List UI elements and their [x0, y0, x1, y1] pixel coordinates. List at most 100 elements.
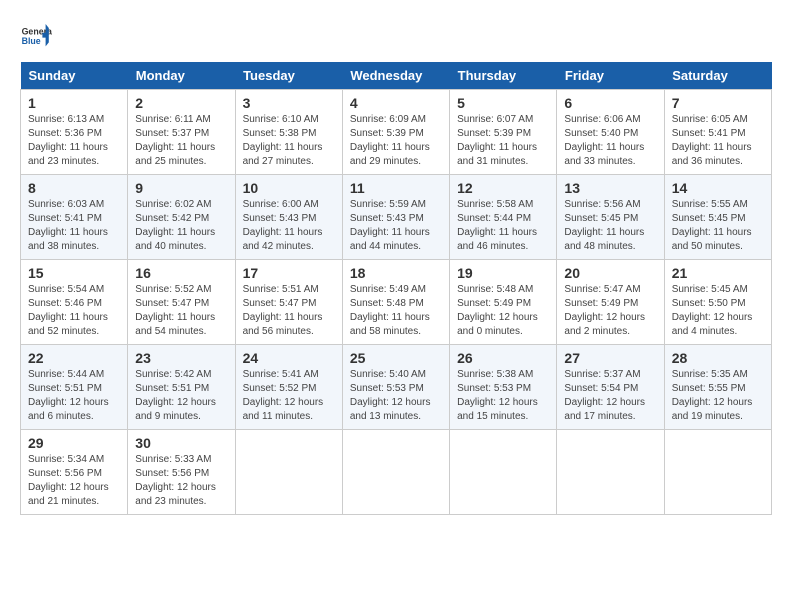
- day-info: Sunrise: 5:54 AMSunset: 5:46 PMDaylight:…: [28, 283, 120, 339]
- day-info: Sunrise: 6:06 AMSunset: 5:40 PMDaylight:…: [564, 113, 656, 169]
- weekday-header-saturday: Saturday: [664, 62, 771, 90]
- day-info: Sunrise: 5:38 AMSunset: 5:53 PMDaylight:…: [457, 368, 549, 424]
- day-cell-11: 11 Sunrise: 5:59 AMSunset: 5:43 PMDayligh…: [342, 175, 449, 260]
- day-info: Sunrise: 5:33 AMSunset: 5:56 PMDaylight:…: [135, 453, 227, 509]
- day-number: 10: [243, 180, 335, 196]
- day-cell-16: 16 Sunrise: 5:52 AMSunset: 5:47 PMDayligh…: [128, 260, 235, 345]
- day-cell-10: 10 Sunrise: 6:00 AMSunset: 5:43 PMDayligh…: [235, 175, 342, 260]
- day-cell-1: 1 Sunrise: 6:13 AMSunset: 5:36 PMDaylight…: [21, 90, 128, 175]
- day-number: 15: [28, 265, 120, 281]
- day-cell-14: 14 Sunrise: 5:55 AMSunset: 5:45 PMDayligh…: [664, 175, 771, 260]
- day-number: 17: [243, 265, 335, 281]
- day-info: Sunrise: 5:52 AMSunset: 5:47 PMDaylight:…: [135, 283, 227, 339]
- calendar-table: SundayMondayTuesdayWednesdayThursdayFrid…: [20, 62, 772, 515]
- day-cell-13: 13 Sunrise: 5:56 AMSunset: 5:45 PMDayligh…: [557, 175, 664, 260]
- day-cell-26: 26 Sunrise: 5:38 AMSunset: 5:53 PMDayligh…: [450, 345, 557, 430]
- day-cell-29: 29Sunrise: 5:34 AMSunset: 5:56 PMDayligh…: [21, 430, 128, 515]
- day-cell-12: 12 Sunrise: 5:58 AMSunset: 5:44 PMDayligh…: [450, 175, 557, 260]
- day-info: Sunrise: 6:10 AMSunset: 5:38 PMDaylight:…: [243, 113, 335, 169]
- day-info: Sunrise: 5:51 AMSunset: 5:47 PMDaylight:…: [243, 283, 335, 339]
- logo-icon: General Blue: [20, 20, 52, 52]
- day-cell-28: 28 Sunrise: 5:35 AMSunset: 5:55 PMDayligh…: [664, 345, 771, 430]
- day-number: 16: [135, 265, 227, 281]
- day-cell-4: 4 Sunrise: 6:09 AMSunset: 5:39 PMDaylight…: [342, 90, 449, 175]
- day-cell-23: 23 Sunrise: 5:42 AMSunset: 5:51 PMDayligh…: [128, 345, 235, 430]
- day-cell-21: 21Sunrise: 5:45 AMSunset: 5:50 PMDayligh…: [664, 260, 771, 345]
- day-number: 20: [564, 265, 656, 281]
- day-info: Sunrise: 6:07 AMSunset: 5:39 PMDaylight:…: [457, 113, 549, 169]
- weekday-header-tuesday: Tuesday: [235, 62, 342, 90]
- day-info: Sunrise: 6:13 AMSunset: 5:36 PMDaylight:…: [28, 113, 120, 169]
- day-cell-7: 7 Sunrise: 6:05 AMSunset: 5:41 PMDaylight…: [664, 90, 771, 175]
- day-cell-5: 5 Sunrise: 6:07 AMSunset: 5:39 PMDaylight…: [450, 90, 557, 175]
- day-number: 21: [672, 265, 764, 281]
- day-info: Sunrise: 5:41 AMSunset: 5:52 PMDaylight:…: [243, 368, 335, 424]
- day-cell-15: 15 Sunrise: 5:54 AMSunset: 5:46 PMDayligh…: [21, 260, 128, 345]
- day-number: 2: [135, 95, 227, 111]
- day-number: 12: [457, 180, 549, 196]
- day-number: 19: [457, 265, 549, 281]
- day-number: 22: [28, 350, 120, 366]
- day-info: Sunrise: 6:02 AMSunset: 5:42 PMDaylight:…: [135, 198, 227, 254]
- day-info: Sunrise: 5:42 AMSunset: 5:51 PMDaylight:…: [135, 368, 227, 424]
- day-number: 30: [135, 435, 227, 451]
- day-number: 6: [564, 95, 656, 111]
- day-info: Sunrise: 5:37 AMSunset: 5:54 PMDaylight:…: [564, 368, 656, 424]
- day-number: 18: [350, 265, 442, 281]
- day-number: 14: [672, 180, 764, 196]
- day-number: 24: [243, 350, 335, 366]
- empty-cell: [557, 430, 664, 515]
- day-number: 5: [457, 95, 549, 111]
- day-info: Sunrise: 5:56 AMSunset: 5:45 PMDaylight:…: [564, 198, 656, 254]
- day-cell-22: 22 Sunrise: 5:44 AMSunset: 5:51 PMDayligh…: [21, 345, 128, 430]
- day-number: 13: [564, 180, 656, 196]
- day-info: Sunrise: 5:58 AMSunset: 5:44 PMDaylight:…: [457, 198, 549, 254]
- day-info: Sunrise: 5:35 AMSunset: 5:55 PMDaylight:…: [672, 368, 764, 424]
- day-info: Sunrise: 5:55 AMSunset: 5:45 PMDaylight:…: [672, 198, 764, 254]
- day-info: Sunrise: 5:44 AMSunset: 5:51 PMDaylight:…: [28, 368, 120, 424]
- day-info: Sunrise: 6:05 AMSunset: 5:41 PMDaylight:…: [672, 113, 764, 169]
- day-cell-3: 3 Sunrise: 6:10 AMSunset: 5:38 PMDaylight…: [235, 90, 342, 175]
- day-number: 3: [243, 95, 335, 111]
- empty-cell: [450, 430, 557, 515]
- empty-cell: [664, 430, 771, 515]
- day-info: Sunrise: 6:00 AMSunset: 5:43 PMDaylight:…: [243, 198, 335, 254]
- day-cell-24: 24 Sunrise: 5:41 AMSunset: 5:52 PMDayligh…: [235, 345, 342, 430]
- day-cell-8: 8 Sunrise: 6:03 AMSunset: 5:41 PMDaylight…: [21, 175, 128, 260]
- day-number: 26: [457, 350, 549, 366]
- day-number: 11: [350, 180, 442, 196]
- day-info: Sunrise: 6:09 AMSunset: 5:39 PMDaylight:…: [350, 113, 442, 169]
- day-cell-17: 17 Sunrise: 5:51 AMSunset: 5:47 PMDayligh…: [235, 260, 342, 345]
- day-cell-6: 6 Sunrise: 6:06 AMSunset: 5:40 PMDaylight…: [557, 90, 664, 175]
- day-number: 8: [28, 180, 120, 196]
- day-number: 7: [672, 95, 764, 111]
- day-info: Sunrise: 5:49 AMSunset: 5:48 PMDaylight:…: [350, 283, 442, 339]
- day-number: 1: [28, 95, 120, 111]
- day-number: 25: [350, 350, 442, 366]
- logo: General Blue: [20, 20, 52, 52]
- weekday-header-monday: Monday: [128, 62, 235, 90]
- weekday-header-friday: Friday: [557, 62, 664, 90]
- empty-cell: [235, 430, 342, 515]
- day-number: 4: [350, 95, 442, 111]
- day-info: Sunrise: 6:11 AMSunset: 5:37 PMDaylight:…: [135, 113, 227, 169]
- day-info: Sunrise: 5:59 AMSunset: 5:43 PMDaylight:…: [350, 198, 442, 254]
- day-number: 23: [135, 350, 227, 366]
- weekday-header-wednesday: Wednesday: [342, 62, 449, 90]
- weekday-header-thursday: Thursday: [450, 62, 557, 90]
- day-info: Sunrise: 6:03 AMSunset: 5:41 PMDaylight:…: [28, 198, 120, 254]
- day-info: Sunrise: 5:40 AMSunset: 5:53 PMDaylight:…: [350, 368, 442, 424]
- day-cell-30: 30 Sunrise: 5:33 AMSunset: 5:56 PMDayligh…: [128, 430, 235, 515]
- day-cell-25: 25 Sunrise: 5:40 AMSunset: 5:53 PMDayligh…: [342, 345, 449, 430]
- day-number: 27: [564, 350, 656, 366]
- day-number: 9: [135, 180, 227, 196]
- day-cell-2: 2 Sunrise: 6:11 AMSunset: 5:37 PMDaylight…: [128, 90, 235, 175]
- day-info: Sunrise: 5:47 AMSunset: 5:49 PMDaylight:…: [564, 283, 656, 339]
- page-header: General Blue: [20, 20, 772, 52]
- empty-cell: [342, 430, 449, 515]
- day-number: 28: [672, 350, 764, 366]
- day-cell-9: 9 Sunrise: 6:02 AMSunset: 5:42 PMDaylight…: [128, 175, 235, 260]
- day-cell-18: 18 Sunrise: 5:49 AMSunset: 5:48 PMDayligh…: [342, 260, 449, 345]
- day-cell-19: 19Sunrise: 5:48 AMSunset: 5:49 PMDayligh…: [450, 260, 557, 345]
- day-cell-20: 20 Sunrise: 5:47 AMSunset: 5:49 PMDayligh…: [557, 260, 664, 345]
